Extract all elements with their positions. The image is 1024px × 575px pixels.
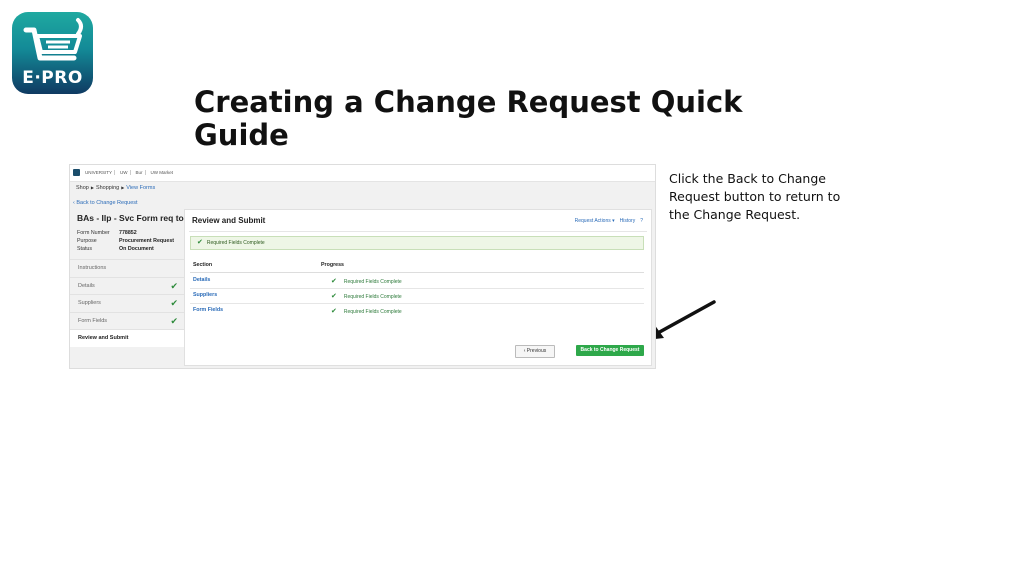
brand-label: UW — [118, 170, 131, 175]
progress-text: Required Fields Complete — [343, 279, 402, 285]
check-icon: ✔ — [170, 315, 178, 326]
section-link[interactable]: Form Fields — [193, 307, 223, 313]
section-link[interactable]: Details — [193, 277, 210, 283]
university-logo-icon — [73, 169, 80, 176]
progress-cell: ✔ Required Fields Complete — [331, 277, 402, 285]
column-header-section: Section — [193, 262, 213, 268]
back-to-change-request-button[interactable]: Back to Change Request — [576, 345, 644, 356]
breadcrumb: Shop ▶ Shopping ▶ View Forms — [76, 185, 156, 191]
table-row: Suppliers ✔ Required Fields Complete — [190, 288, 644, 304]
back-link-label: Back to Change Request — [76, 200, 138, 206]
progress-text: Required Fields Complete — [343, 309, 402, 315]
meta-label: Form Number — [77, 230, 110, 236]
meta-value: On Document — [119, 246, 154, 252]
request-actions-menu[interactable]: Request Actions ▾ — [575, 218, 615, 224]
history-link[interactable]: History — [620, 218, 636, 224]
form-meta: Form Number 778852 Purpose Procurement Req… — [77, 229, 174, 253]
meta-value: 778852 — [119, 230, 137, 236]
section-link[interactable]: Suppliers — [193, 292, 217, 298]
help-icon[interactable]: ? — [640, 218, 643, 224]
breadcrumb-shopping[interactable]: Shopping — [96, 185, 119, 191]
table-row: Form Fields ✔ Required Fields Complete — [190, 303, 644, 318]
step-label: Suppliers — [78, 300, 101, 306]
brand-label: Bur — [134, 170, 146, 175]
meta-value: Procurement Request — [119, 238, 175, 244]
check-icon: ✔ — [170, 298, 178, 308]
form-sidebar: BAs - Ilp - Svc Form req to ... Form Num… — [70, 209, 194, 368]
instruction-caption: Click the Back to Change Request button … — [669, 171, 841, 222]
check-icon: ✔ — [331, 293, 337, 300]
brand-label: UW Market — [150, 170, 174, 175]
check-icon: ✔ — [197, 239, 203, 246]
step-suppliers[interactable]: Suppliers ✔ — [70, 294, 184, 312]
step-label: Details — [78, 282, 95, 289]
app-screenshot: UNIVERSITY UW Bur UW Market Shop ▶ Shoppin… — [69, 164, 656, 369]
breadcrumb-view-forms[interactable]: View Forms — [126, 185, 155, 191]
step-label: Form Fields — [78, 317, 108, 324]
progress-cell: ✔ Required Fields Complete — [331, 292, 402, 300]
meta-label: Status — [77, 246, 93, 252]
step-instructions[interactable]: Instructions — [70, 259, 184, 277]
step-review-and-submit[interactable]: Review and Submit — [70, 329, 184, 347]
step-label: Instructions — [78, 265, 107, 271]
back-to-change-request-link[interactable]: ‹ Back to Change Request — [73, 200, 138, 206]
alert-text: Required Fields Complete — [206, 240, 265, 246]
panel-actions: Request Actions ▾ History ? — [575, 218, 643, 224]
previous-button[interactable]: ‹ Previous — [515, 345, 555, 358]
step-label: Review and Submit — [78, 335, 129, 341]
table-row: Details ✔ Required Fields Complete — [190, 273, 644, 289]
slide-title: Creating a Change Request Quick Guide — [194, 85, 743, 152]
status-alert: ✔ Required Fields Complete — [190, 236, 644, 250]
progress-cell: ✔ Required Fields Complete — [331, 307, 402, 315]
app-header: UNIVERSITY UW Bur UW Market — [70, 165, 655, 182]
review-panel: Review and Submit Request Actions ▾ Hist… — [184, 209, 652, 366]
progress-text: Required Fields Complete — [343, 294, 402, 300]
brand-label: UNIVERSITY — [83, 170, 116, 175]
form-title: BAs - Ilp - Svc Form req to ... — [77, 213, 194, 223]
meta-label: Purpose — [77, 238, 97, 244]
epro-logo: E·PRO — [12, 12, 93, 94]
check-icon: ✔ — [170, 280, 178, 291]
check-icon: ✔ — [331, 308, 337, 315]
step-list: Instructions Details ✔ Suppliers ✔ Form Fi… — [70, 259, 184, 347]
step-details[interactable]: Details ✔ — [70, 276, 184, 295]
divider — [189, 231, 647, 232]
column-header-progress: Progress — [321, 262, 344, 268]
step-form-fields[interactable]: Form Fields ✔ — [70, 311, 184, 330]
breadcrumb-shop[interactable]: Shop — [76, 185, 89, 191]
check-icon: ✔ — [331, 278, 337, 285]
logo-text: E·PRO — [22, 68, 83, 88]
panel-title: Review and Submit — [192, 216, 266, 225]
